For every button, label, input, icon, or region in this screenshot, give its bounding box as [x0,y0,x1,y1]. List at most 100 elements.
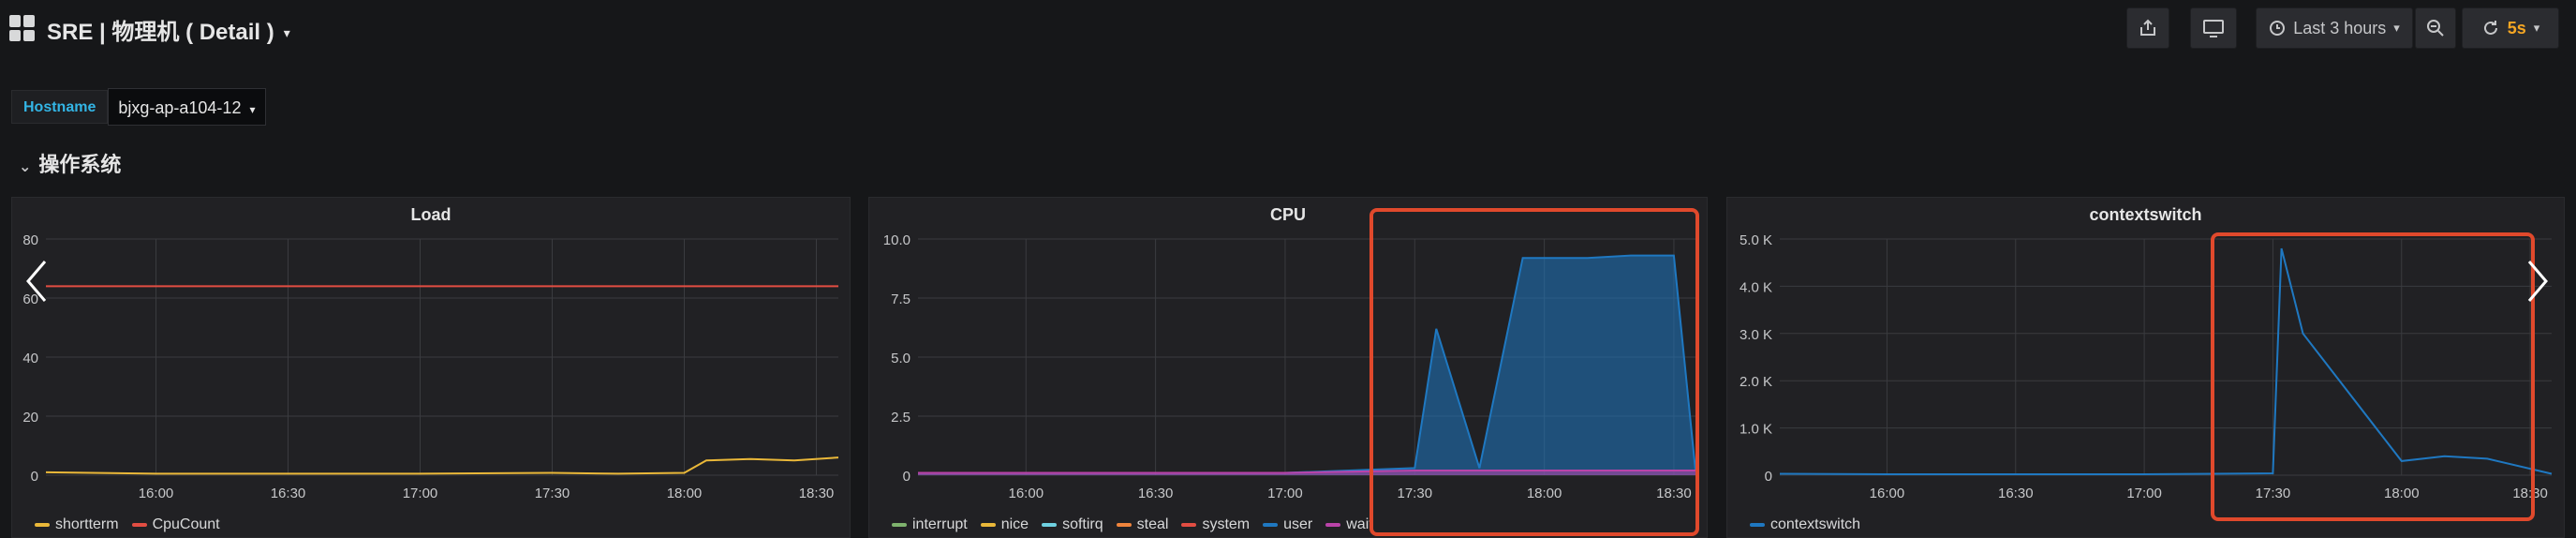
legend-swatch [1181,523,1197,527]
y-tick-label: 40 [22,351,38,366]
y-tick-label: 80 [22,232,38,248]
legend-label: softirq [1062,516,1103,532]
x-tick-label: 16:00 [1870,486,1905,501]
y-tick-label: 3.0 K [1740,327,1772,343]
y-tick-label: 2.5 [891,410,910,426]
row-title-text: 操作系统 [38,153,122,176]
dashboards-grid-icon[interactable] [9,15,36,41]
hostname-variable-select[interactable]: bjxg-ap-a104-12 ▾ [108,88,266,126]
time-range-label: Last 3 hours [2293,18,2387,37]
legend-label: CpuCount [152,516,220,532]
hostname-value: bjxg-ap-a104-12 [118,98,242,117]
legend-item-steal[interactable]: steal [1116,516,1169,533]
y-tick-label: 5.0 [891,351,910,366]
refresh-interval-label: 5s [2507,18,2526,37]
caret-down-icon: ▾ [2393,21,2400,35]
legend-swatch [1750,523,1765,527]
legend-label: system [1202,516,1251,532]
y-tick-label: 10.0 [883,232,910,248]
legend-item-wait[interactable]: wait [1325,516,1373,533]
chevron-down-icon: ⌄ [19,159,32,175]
legend-item-contextswitch[interactable]: contextswitch [1750,516,1860,533]
hostname-variable-label: Hostname [11,90,109,124]
legend-label: user [1283,516,1313,532]
legend-item-nice[interactable]: nice [980,516,1029,533]
legend-item-cpucount[interactable]: CpuCount [131,516,220,533]
x-tick-label: 17:00 [1267,486,1303,501]
x-tick-label: 18:00 [2384,486,2420,501]
x-tick-label: 16:30 [271,486,306,501]
y-tick-label: 4.0 K [1740,279,1772,295]
legend: interrupt nice softirq steal system user wait [892,516,1373,533]
legend-label: shortterm [55,516,119,532]
user-area [918,255,1695,475]
top-navbar: SRE | 物理机 ( Detail ) ▾ Last 3 hours ▾ 5s … [0,0,2576,56]
dashboard-title[interactable]: SRE | 物理机 ( Detail ) ▾ [47,13,290,46]
zoom-out-button[interactable] [2415,7,2456,49]
caret-down-icon: ▾ [249,103,256,116]
x-tick-label: 18:30 [799,486,835,501]
y-tick-label: 7.5 [891,291,910,307]
legend-swatch [35,523,50,527]
chevron-left-icon[interactable] [22,258,51,305]
legend-swatch [131,523,147,527]
legend-item-system[interactable]: system [1181,516,1250,533]
tv-mode-button[interactable] [2190,7,2237,49]
cpu-panel[interactable]: CPU 0 2.5 5.0 7.5 10.0 16:00 16:30 17:00 17:30 18… [868,197,1708,538]
load-panel[interactable]: Load 0 20 40 60 80 16:00 16:30 17:00 17:30 18:00 1… [11,197,851,538]
caret-down-icon: ▾ [283,25,290,41]
monitor-icon [2203,20,2224,37]
y-tick-label: 1.0 K [1740,422,1772,438]
x-tick-label: 17:30 [2256,486,2291,501]
contextswitch-panel[interactable]: contextswitch 0 1.0 K 2.0 K 3.0 K 4.0 K 5.0 K… [1726,197,2565,538]
legend: shortterm CpuCount [35,516,220,533]
x-tick-label: 16:00 [1009,486,1044,501]
cpu-chart: 0 2.5 5.0 7.5 10.0 16:00 16:30 17:00 17:30 18:00 1… [883,232,1696,501]
legend-label: nice [1000,516,1029,532]
x-tick-label: 18:00 [1527,486,1562,501]
legend-label: contextswitch [1770,516,1861,532]
legend-label: wait [1346,516,1373,532]
x-tick-label: 18:30 [1656,486,1692,501]
legend-item-user[interactable]: user [1263,516,1312,533]
legend-label: steal [1136,516,1169,532]
legend-swatch [1116,523,1132,527]
x-tick-label: 18:00 [667,486,703,501]
legend-label: interrupt [912,516,968,532]
x-tick-label: 17:00 [2126,486,2162,501]
contextswitch-chart: 0 1.0 K 2.0 K 3.0 K 4.0 K 5.0 K 16:00 16:30 17:0… [1740,232,2553,501]
legend-swatch [980,523,996,527]
dashboard-title-text: SRE | 物理机 ( Detail ) [47,20,274,45]
clock-icon [2270,21,2286,36]
share-icon [2140,19,2155,36]
x-tick-label: 17:30 [535,486,570,501]
contextswitch-series-line [1779,247,2553,475]
y-tick-label: 0 [31,469,38,485]
load-chart: 02040608016:00 16:30 17:00 17:30 18:00 18:30 [22,232,839,501]
legend-item-softirq[interactable]: softirq [1042,516,1103,533]
refresh-picker[interactable]: 5s ▾ [2462,7,2559,49]
x-tick-label: 17:30 [1398,486,1433,501]
legend-item-interrupt[interactable]: interrupt [892,516,968,533]
x-tick-label: 16:00 [139,486,174,501]
zoom-out-icon [2427,20,2444,37]
y-tick-label: 0 [1765,469,1772,485]
x-tick-label: 16:30 [1998,486,2034,501]
legend-swatch [892,523,907,527]
x-tick-label: 18:30 [2512,486,2548,501]
legend-item-shortterm[interactable]: shortterm [35,516,119,533]
y-tick-label: 2.0 K [1740,374,1772,390]
x-tick-label: 16:30 [1138,486,1174,501]
variable-row: Hostname bjxg-ap-a104-12 ▾ [11,88,266,126]
x-tick-label: 17:00 [403,486,438,501]
legend-swatch [1263,523,1279,527]
chevron-right-icon[interactable] [2524,258,2552,305]
y-tick-label: 20 [22,410,38,426]
share-button[interactable] [2126,7,2169,49]
y-tick-label: 0 [903,469,910,485]
row-header[interactable]: ⌄ 操作系统 [19,148,121,178]
caret-down-icon: ▾ [2533,21,2540,35]
y-tick-label: 5.0 K [1740,232,1772,248]
time-range-picker[interactable]: Last 3 hours ▾ [2256,7,2413,49]
legend: contextswitch [1750,516,1860,533]
